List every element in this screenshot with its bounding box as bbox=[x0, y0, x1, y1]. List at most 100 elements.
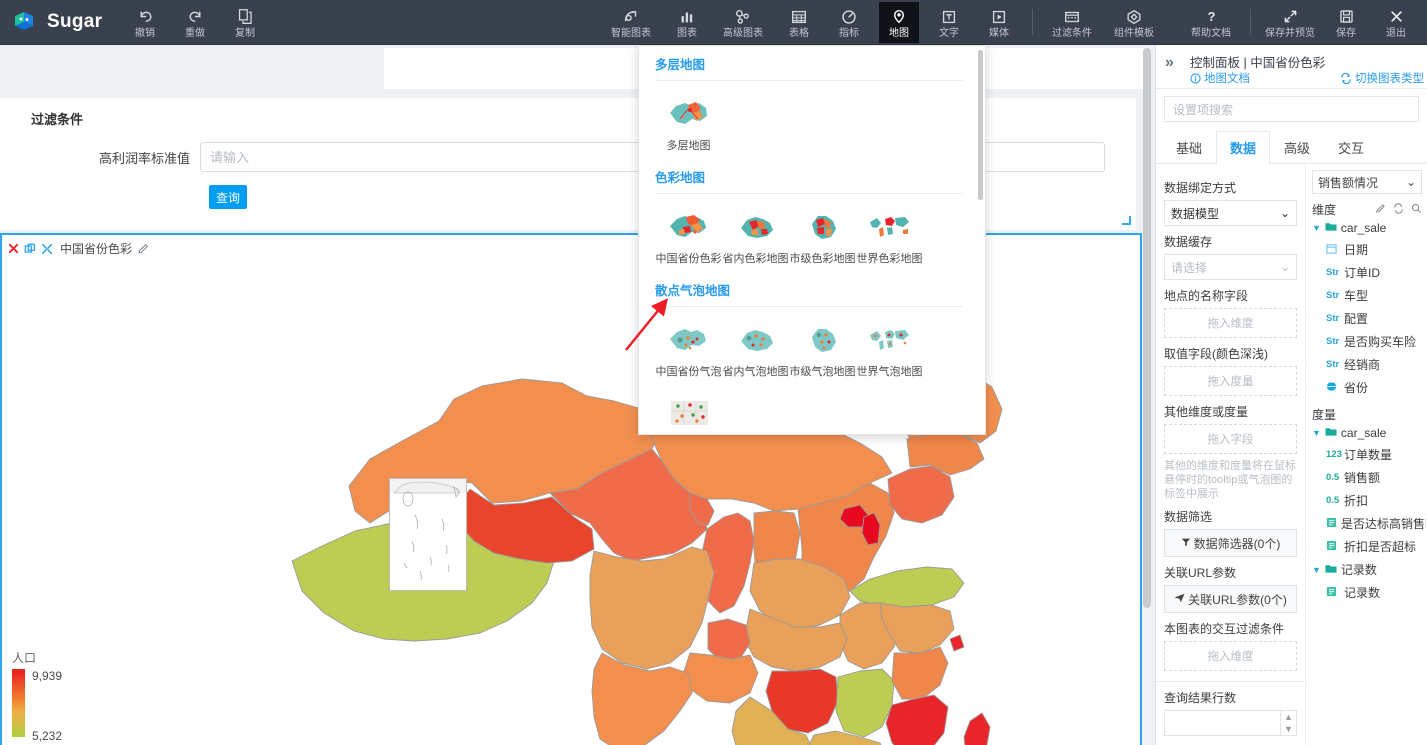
tool-component-template[interactable]: 组件模板 bbox=[1108, 2, 1160, 43]
tree-item[interactable]: Str 车型 bbox=[1312, 284, 1422, 307]
account-tools: ? 帮助文档 保存并预览 保存 退出 bbox=[1180, 2, 1421, 43]
stepper-up-icon[interactable]: ▲ bbox=[1281, 711, 1296, 723]
refresh-icon bbox=[1340, 73, 1352, 84]
type-item-city-bubble[interactable]: 市级气泡地图 bbox=[789, 313, 856, 385]
help-doc-button[interactable]: ? 帮助文档 bbox=[1185, 2, 1237, 43]
result-rows-value[interactable] bbox=[1165, 711, 1280, 735]
chevron-down-icon: ▼ bbox=[1312, 565, 1321, 575]
type-item-world-bubble[interactable]: 世界气泡地图 bbox=[856, 313, 923, 385]
folder-icon bbox=[1325, 426, 1337, 440]
tool-filter-condition[interactable]: 过滤条件 bbox=[1046, 2, 1098, 43]
app-name: Sugar bbox=[47, 11, 102, 33]
tree-item[interactable]: 0.5 折扣 bbox=[1312, 489, 1422, 512]
tree-item[interactable]: 123 订单数量 bbox=[1312, 443, 1422, 466]
workspace-scrollbar-track[interactable] bbox=[1143, 45, 1151, 745]
cache-select[interactable]: 请选择 ⌄ bbox=[1164, 254, 1297, 280]
tree-item[interactable]: 折扣是否超标 bbox=[1312, 535, 1422, 558]
edit-pencil-icon[interactable] bbox=[137, 243, 149, 255]
settings-search-placeholder: 设置项搜索 bbox=[1173, 101, 1233, 118]
tree-item-label: 日期 bbox=[1344, 241, 1368, 258]
url-param-button[interactable]: 关联URL参数(0个) bbox=[1164, 585, 1297, 613]
tool-text[interactable]: 文字 bbox=[929, 2, 969, 43]
chart-type-dropdown[interactable]: 多层地图 多层地图 bbox=[638, 45, 986, 435]
tree-item-label: car_sale bbox=[1341, 426, 1386, 440]
bind-mode-select[interactable]: 数据模型 ⌄ bbox=[1164, 200, 1297, 226]
tool-media[interactable]: 媒体 bbox=[979, 2, 1019, 43]
tab-data[interactable]: 数据 bbox=[1216, 131, 1270, 164]
tree-item-label: 记录数 bbox=[1344, 584, 1380, 601]
tree-item[interactable]: 记录数 bbox=[1312, 581, 1422, 604]
map-pin-icon bbox=[890, 7, 908, 26]
type-item-multilayer-map[interactable]: 多层地图 bbox=[655, 87, 722, 159]
stepper-controls[interactable]: ▲ ▼ bbox=[1280, 711, 1296, 735]
component-template-icon bbox=[1125, 7, 1143, 26]
interactive-filter-dropzone[interactable]: 拖入维度 bbox=[1164, 641, 1297, 671]
edit-pencil-icon[interactable] bbox=[1375, 203, 1386, 217]
tool-smart-chart-label: 智能图表 bbox=[611, 28, 651, 39]
tool-media-label: 媒体 bbox=[989, 28, 1009, 39]
type-item-province-choropleth[interactable]: 省内色彩地图 bbox=[722, 200, 789, 272]
tab-interaction[interactable]: 交互 bbox=[1324, 131, 1378, 164]
tool-chart[interactable]: 图表 bbox=[667, 2, 707, 43]
dropdown-scrollbar[interactable] bbox=[978, 50, 983, 200]
tree-item[interactable]: 省份 bbox=[1312, 376, 1422, 399]
type-item-city-choropleth[interactable]: 市级色彩地图 bbox=[789, 200, 856, 272]
type-item-world-choropleth[interactable]: 世界色彩地图 bbox=[856, 200, 923, 272]
close-icon[interactable] bbox=[8, 243, 19, 254]
tool-indicator[interactable]: 指标 bbox=[829, 2, 869, 43]
tree-item[interactable]: Str 经销商 bbox=[1312, 353, 1422, 376]
collapse-panel-icon[interactable]: » bbox=[1165, 54, 1174, 72]
tree-item[interactable]: ▼ car_sale bbox=[1312, 423, 1422, 443]
tree-item[interactable]: Str 配置 bbox=[1312, 307, 1422, 330]
search-icon[interactable] bbox=[1411, 203, 1422, 217]
tree-item[interactable]: 是否达标高销售额 bbox=[1312, 512, 1422, 535]
type-item-baidu-scatter[interactable]: 百度地图-散点 bbox=[655, 385, 722, 434]
tool-smart-chart[interactable]: 智能图表 bbox=[605, 2, 657, 43]
type-item-china-bubble[interactable]: 中国省份气泡 bbox=[655, 313, 722, 385]
tree-item-label: car_sale bbox=[1341, 221, 1386, 235]
fullscreen-icon[interactable] bbox=[41, 243, 53, 255]
tree-item[interactable]: Str 订单ID bbox=[1312, 261, 1422, 284]
value-field-dropzone[interactable]: 拖入度量 bbox=[1164, 366, 1297, 396]
settings-search-input[interactable]: 设置项搜索 bbox=[1164, 96, 1419, 122]
tab-basic[interactable]: 基础 bbox=[1162, 131, 1216, 164]
tree-item[interactable]: ▼ 记录数 bbox=[1312, 558, 1422, 581]
filter-card-resize-handle[interactable] bbox=[1122, 216, 1131, 225]
tree-item[interactable]: ▼ car_sale bbox=[1312, 218, 1422, 238]
tab-advanced[interactable]: 高级 bbox=[1270, 131, 1324, 164]
result-rows-stepper[interactable]: ▲ ▼ bbox=[1164, 710, 1297, 736]
undo-button[interactable]: 撤销 bbox=[125, 2, 165, 43]
other-fields-label: 其他维度或度量 bbox=[1164, 403, 1297, 420]
save-preview-button[interactable]: 保存并预览 bbox=[1264, 2, 1316, 43]
stepper-down-icon[interactable]: ▼ bbox=[1281, 723, 1296, 735]
exit-button[interactable]: 退出 bbox=[1376, 2, 1416, 43]
data-filter-button[interactable]: 数据筛选器(0个) bbox=[1164, 529, 1297, 557]
tree-item[interactable]: 日期 bbox=[1312, 238, 1422, 261]
tool-table[interactable]: 表格 bbox=[779, 2, 819, 43]
datasource-select[interactable]: 销售额情况 ⌄ bbox=[1312, 170, 1422, 194]
type-section-heading: 色彩地图 bbox=[655, 159, 963, 193]
media-icon bbox=[990, 7, 1008, 26]
sugar-logo-icon bbox=[12, 9, 38, 35]
duplicate-icon[interactable] bbox=[24, 243, 36, 255]
redo-button[interactable]: 重做 bbox=[175, 2, 215, 43]
query-button[interactable]: 查询 bbox=[209, 185, 247, 209]
type-item-province-bubble[interactable]: 省内气泡地图 bbox=[722, 313, 789, 385]
tool-advanced-chart[interactable]: 高级图表 bbox=[717, 2, 769, 43]
calculated-field-icon bbox=[1326, 586, 1340, 600]
type-item-china-choropleth[interactable]: 中国省份色彩 bbox=[655, 200, 722, 272]
type-item-label: 中国省份色彩 bbox=[656, 250, 722, 266]
tree-item[interactable]: Str 是否购买车险 bbox=[1312, 330, 1422, 353]
place-name-dropzone[interactable]: 拖入维度 bbox=[1164, 308, 1297, 338]
tool-map[interactable]: 地图 bbox=[879, 2, 919, 43]
map-doc-link[interactable]: 地图文档 bbox=[1190, 70, 1250, 86]
switch-chart-type-link[interactable]: 切换图表类型 bbox=[1340, 70, 1424, 86]
info-icon bbox=[1190, 73, 1201, 84]
tree-item[interactable]: 0.5 销售额 bbox=[1312, 466, 1422, 489]
workspace-scrollbar-thumb[interactable] bbox=[1143, 48, 1151, 608]
tree-item-label: 订单数量 bbox=[1344, 446, 1392, 463]
refresh-icon[interactable] bbox=[1393, 203, 1404, 217]
other-fields-dropzone[interactable]: 拖入字段 bbox=[1164, 424, 1297, 454]
save-button[interactable]: 保存 bbox=[1326, 2, 1366, 43]
copy-button[interactable]: 复制 bbox=[225, 2, 265, 43]
